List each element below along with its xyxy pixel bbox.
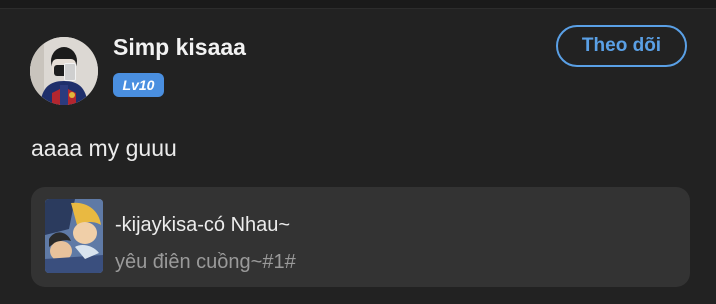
post-text: aaaa my guuu [31,135,177,161]
user-avatar-photo-icon [30,37,98,105]
avatar[interactable] [30,37,98,105]
level-badge: Lv10 [113,73,164,97]
song-title: -kijaykisa-có Nhau~ [115,214,291,236]
song-cover-art-icon [45,199,103,273]
song-subtitle: yêu điên cuồng~#1# [115,251,296,273]
username[interactable]: Simp kisaaa [113,34,246,61]
song-cover [45,199,103,273]
song-card[interactable]: -kijaykisa-có Nhau~ yêu điên cuồng~#1# [31,187,690,287]
top-divider [0,0,716,9]
follow-button[interactable]: Theo dõi [556,25,687,67]
post-card: Simp kisaaa Lv10 Theo dõi aaaa my guuu -… [0,0,716,304]
